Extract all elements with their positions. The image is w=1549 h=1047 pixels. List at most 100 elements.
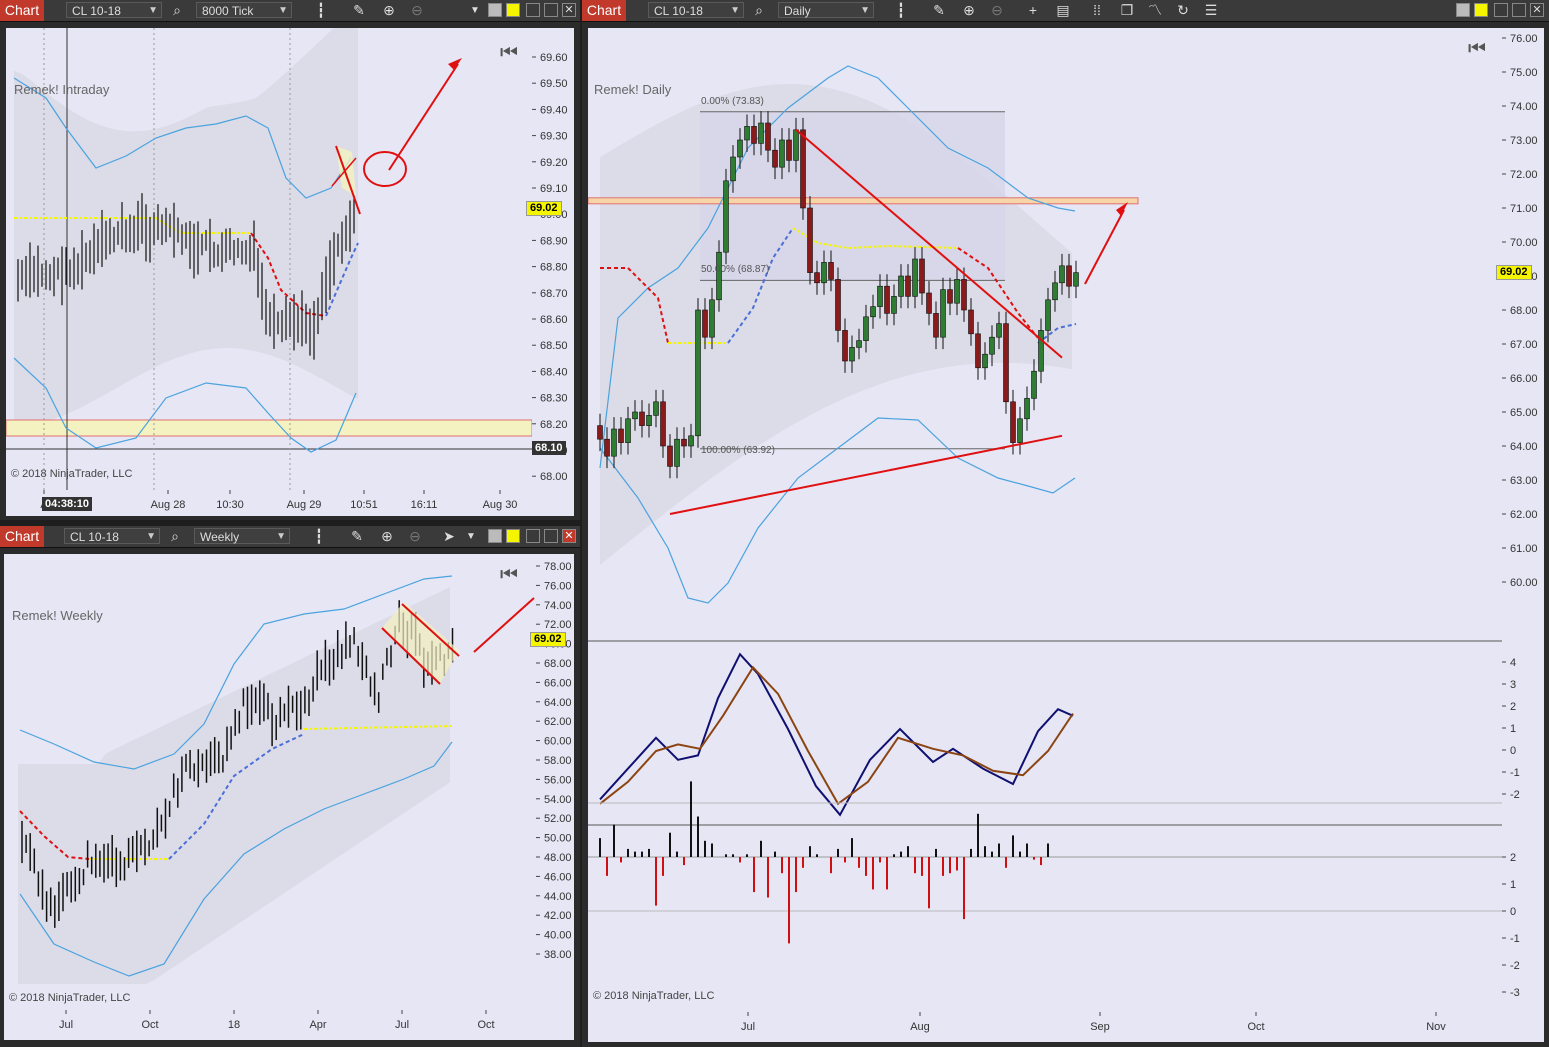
zoom-out-icon[interactable]: ⊖ [408, 2, 426, 19]
gray-square-icon[interactable] [488, 3, 502, 17]
maximize-button[interactable] [544, 3, 558, 17]
price-tick-label: 72.00 [544, 619, 572, 631]
bullish-candle [891, 296, 897, 314]
bullish-candle [709, 299, 715, 338]
bullish-candle [877, 285, 883, 307]
chevron-down-icon: ▼ [730, 5, 740, 16]
chart-menu-button[interactable]: Chart [0, 526, 44, 547]
scroll-to-end-icon[interactable]: ⏮ [1468, 38, 1486, 61]
bearish-candle [926, 292, 932, 314]
pencil-icon[interactable]: ✎ [348, 528, 366, 545]
weekly-price-axis: 78.0076.0074.0072.0070.0068.0066.0064.00… [536, 554, 574, 1010]
dropdown-arrow-icon[interactable]: ▼ [466, 2, 484, 19]
yellow-square-icon[interactable] [1474, 3, 1488, 17]
pointer-icon[interactable]: ➤ [440, 528, 458, 545]
weekly-plot-area[interactable]: Remek! Weekly © 2018 NinjaTrader, LLC ⏮ [4, 554, 536, 1010]
bullish-candle [870, 306, 876, 318]
search-icon[interactable]: ⌕ [166, 528, 184, 545]
chart-menu-button[interactable]: Chart [0, 0, 44, 21]
dropdown-arrow-icon[interactable]: ▼ [462, 528, 480, 545]
price-tick-label: 68.00 [540, 471, 568, 483]
interval-selector[interactable]: Daily ▼ [778, 2, 874, 18]
zoom-in-icon[interactable]: ⊕ [378, 528, 396, 545]
reload-icon[interactable]: ↻ [1174, 2, 1192, 19]
bullish-candle [849, 347, 855, 362]
intraday-toolbar: Chart CL 10-18 ▼ ⌕ 8000 Tick ▼ ┇ ✎ ⊕ ⊖ ▼ ✕ [0, 0, 580, 22]
zoom-out-icon[interactable]: ⊖ [988, 2, 1006, 19]
price-tick-label: 48.00 [544, 852, 572, 864]
search-icon[interactable]: ⌕ [168, 2, 186, 19]
osc-tick-label: 3 [1510, 679, 1516, 691]
interval-selector[interactable]: Weekly ▼ [194, 528, 290, 544]
bearish-candle [597, 425, 603, 440]
support-zone [6, 419, 532, 437]
breakout-projection-line [473, 597, 535, 653]
price-tick-label: 54.00 [544, 794, 572, 806]
instrument-value: CL 10-18 [70, 530, 119, 544]
price-tick-label: 64.00 [544, 697, 572, 709]
bullish-candle [1038, 330, 1044, 372]
bullish-candle [674, 438, 680, 467]
daily-price-axis: 76.0075.0074.0073.0072.0071.0070.0069.00… [1502, 28, 1544, 1012]
close-button[interactable]: ✕ [562, 529, 576, 543]
price-tick-label: 61.00 [1510, 543, 1538, 555]
minimize-button[interactable] [526, 3, 540, 17]
gray-square-icon[interactable] [1456, 3, 1470, 17]
bullish-candle [1024, 398, 1030, 420]
bullish-candle [695, 309, 701, 437]
instrument-value: CL 10-18 [72, 4, 121, 18]
maximize-button[interactable] [544, 529, 558, 543]
breakout-arrow-line [1084, 209, 1125, 285]
data-box-icon[interactable]: ▤ [1054, 2, 1072, 19]
search-icon[interactable]: ⌕ [750, 2, 768, 19]
price-tick-label: 69.40 [540, 104, 568, 116]
price-tick-label: 75.00 [1510, 67, 1538, 79]
scroll-to-end-icon[interactable]: ⏮ [500, 42, 518, 65]
yellow-square-icon[interactable] [506, 3, 520, 17]
pencil-icon[interactable]: ✎ [350, 2, 368, 19]
instrument-selector[interactable]: CL 10-18 ▼ [66, 2, 162, 18]
properties-icon[interactable]: ☰ [1202, 2, 1220, 19]
pencil-icon[interactable]: ✎ [930, 2, 948, 19]
daily-plot-area[interactable]: Remek! Daily © 2018 NinjaTrader, LLC ⏮ 0… [588, 28, 1502, 1012]
intraday-plot-area[interactable]: Remek! Intraday © 2018 NinjaTrader, LLC … [6, 28, 532, 490]
price-tick-label: 44.00 [544, 891, 572, 903]
zoom-in-icon[interactable]: ⊕ [960, 2, 978, 19]
close-button[interactable]: ✕ [1530, 3, 1544, 17]
minimize-button[interactable] [1494, 3, 1508, 17]
chart-trader-icon[interactable]: ⁞⁞ [1088, 2, 1106, 19]
strategies-icon[interactable]: 〽 [1146, 2, 1164, 19]
bars-type-icon[interactable]: ┇ [312, 2, 330, 19]
bearish-candle [807, 207, 813, 273]
bearish-candle [835, 279, 841, 331]
breakout-arrow-line [388, 63, 459, 171]
chart-menu-button[interactable]: Chart [582, 0, 626, 21]
scroll-to-end-icon[interactable]: ⏮ [500, 564, 518, 587]
zoom-out-icon[interactable]: ⊖ [406, 528, 424, 545]
price-tick-label: 63.00 [1510, 475, 1538, 487]
yellow-square-icon[interactable] [506, 529, 520, 543]
instrument-selector[interactable]: CL 10-18 ▼ [648, 2, 744, 18]
time-axis-ticks: Jul Aug Sep Oct Nov [741, 1012, 1446, 1033]
interval-selector[interactable]: 8000 Tick ▼ [196, 2, 292, 18]
bullish-candle [940, 289, 946, 338]
price-tick-label: 76.00 [544, 580, 572, 592]
bearish-candle [681, 438, 687, 447]
crosshair-icon[interactable]: + [1024, 2, 1042, 19]
gray-square-icon[interactable] [488, 529, 502, 543]
windows-icon[interactable]: ❐ [1118, 2, 1136, 19]
target-circle [363, 151, 407, 187]
bullish-candle [653, 401, 659, 416]
bars-type-icon[interactable]: ┇ [310, 528, 328, 545]
close-button[interactable]: ✕ [562, 3, 576, 17]
zoom-in-icon[interactable]: ⊕ [380, 2, 398, 19]
instrument-selector[interactable]: CL 10-18 ▼ [64, 528, 160, 544]
osc-tick-label: 4 [1510, 657, 1516, 669]
last-price-tag: 69.02 [530, 632, 566, 647]
maximize-button[interactable] [1512, 3, 1526, 17]
bearish-candle [751, 126, 757, 144]
bars-type-icon[interactable]: ┇ [892, 2, 910, 19]
intraday-price-chart [6, 28, 532, 490]
minimize-button[interactable] [526, 529, 540, 543]
bearish-candle [905, 275, 911, 297]
